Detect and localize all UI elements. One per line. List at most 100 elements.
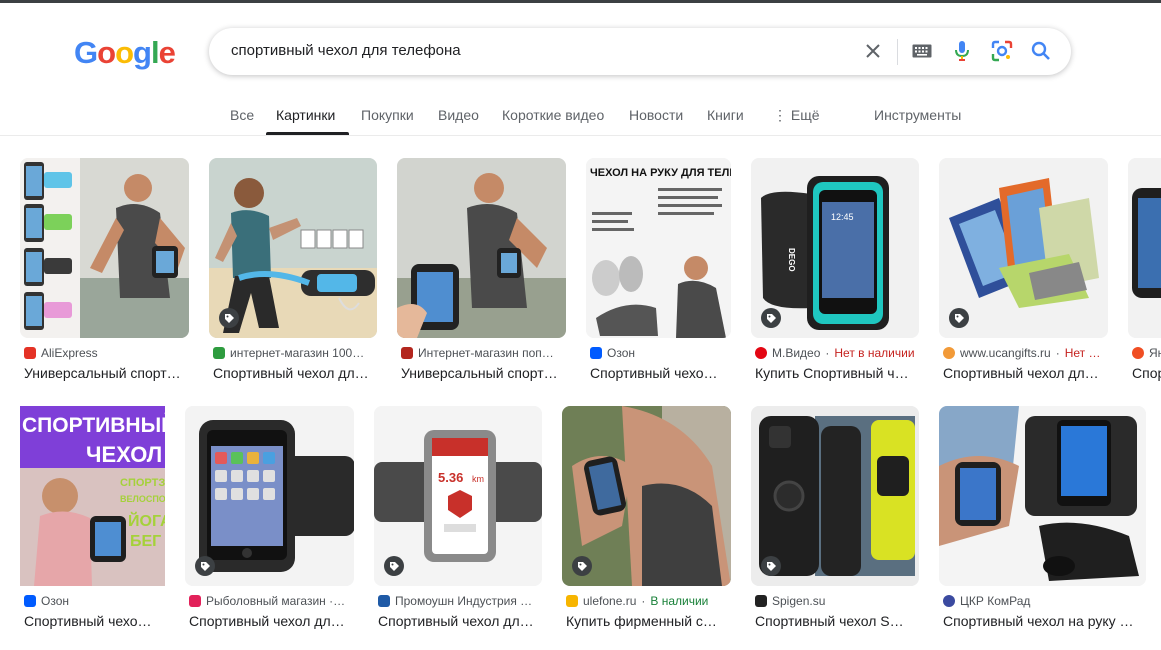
source-name: М.Видео xyxy=(772,346,821,360)
result-source[interactable]: AliExpress xyxy=(24,346,189,360)
result-source[interactable]: Озон xyxy=(24,594,165,608)
site-favicon xyxy=(401,347,413,359)
infographic-heading: ЧЕХОЛ НА РУКУ ДЛЯ ТЕЛЕФОНА xyxy=(590,167,731,179)
result-source[interactable]: интернет-магазин 100… xyxy=(213,346,377,360)
brand-label: DEGO xyxy=(787,248,796,272)
site-favicon xyxy=(378,595,390,607)
stock-status: В наличии xyxy=(650,594,709,608)
result-image[interactable] xyxy=(751,406,919,586)
source-name: Ян… xyxy=(1149,346,1161,360)
tab-short-videos[interactable]: Короткие видео xyxy=(502,107,604,123)
result-title[interactable]: Купить Спортивный ч… xyxy=(755,365,919,381)
result-source[interactable]: ulefone.ru · В наличии xyxy=(566,594,731,608)
result-image[interactable] xyxy=(1128,158,1161,338)
google-logo[interactable]: Google xyxy=(74,35,176,70)
result-source[interactable]: Озон xyxy=(590,346,731,360)
logo-letter: o xyxy=(97,35,116,70)
result-title[interactable]: Спор… xyxy=(1132,365,1161,381)
site-favicon xyxy=(189,595,201,607)
stock-status: Нет … xyxy=(1064,346,1101,360)
result-title[interactable]: Спортивный чехол дл… xyxy=(378,613,542,629)
microphone-icon[interactable] xyxy=(950,39,974,63)
camera-lens-icon[interactable] xyxy=(990,39,1014,63)
result-image[interactable] xyxy=(939,158,1108,338)
site-favicon xyxy=(24,595,36,607)
tag-icon xyxy=(195,556,215,576)
tab-videos[interactable]: Видео xyxy=(438,107,479,123)
promo-tag-3: ЙОГА xyxy=(128,511,165,530)
tab-books[interactable]: Книги xyxy=(707,107,744,123)
result-title[interactable]: Спортивный чехо… xyxy=(24,613,165,629)
result-title[interactable]: Универсальный спорт… xyxy=(401,365,566,381)
run-distance: 5.36 xyxy=(438,470,463,485)
search-icon[interactable] xyxy=(1029,39,1053,63)
tab-shopping[interactable]: Покупки xyxy=(361,107,414,123)
result-image[interactable] xyxy=(562,406,731,586)
site-favicon xyxy=(590,347,602,359)
result-image[interactable]: 5.36 km xyxy=(374,406,542,586)
result-source[interactable]: www.ucangifts.ru · Нет … xyxy=(943,346,1108,360)
result-image[interactable]: ЧЕХОЛ НА РУКУ ДЛЯ ТЕЛЕФОНА xyxy=(586,158,731,338)
promo-heading: СПОРТИВНЫЙ xyxy=(22,413,165,437)
result-image[interactable]: 12:45 DEGO xyxy=(751,158,919,338)
search-box[interactable]: спортивный чехол для телефона xyxy=(209,28,1071,75)
tools-button[interactable]: Инструменты xyxy=(874,107,961,123)
result-title[interactable]: Универсальный спорт… xyxy=(24,365,189,381)
site-favicon xyxy=(755,347,767,359)
site-favicon xyxy=(755,595,767,607)
close-icon[interactable] xyxy=(861,39,885,63)
result-image[interactable]: СПОРТИВНЫЙ ЧЕХОЛ СПОРТЗАЛ ВЕЛОСПОРТ ЙОГА… xyxy=(20,406,165,586)
source-name: Промоушн Индустрия … xyxy=(395,594,533,608)
site-favicon xyxy=(24,347,36,359)
source-name: www.ucangifts.ru xyxy=(960,346,1051,360)
result-title[interactable]: Спортивный чехо… xyxy=(590,365,731,381)
source-name: AliExpress xyxy=(41,346,98,360)
result-image[interactable] xyxy=(397,158,566,338)
result-title[interactable]: Спортивный чехол дл… xyxy=(943,365,1108,381)
source-name: Spigen.su xyxy=(772,594,826,608)
search-tabs: Все Картинки Покупки Видео Короткие виде… xyxy=(0,100,1161,136)
result-source[interactable]: М.Видео · Нет в наличии xyxy=(755,346,919,360)
result-title[interactable]: Спортивный чехол S… xyxy=(755,613,919,629)
logo-letter: o xyxy=(115,35,134,70)
result-image[interactable] xyxy=(939,406,1146,586)
source-name: интернет-магазин 100… xyxy=(230,346,365,360)
result-source[interactable]: Интернет-магазин поп… xyxy=(401,346,566,360)
result-title[interactable]: Спортивный чехол дл… xyxy=(189,613,354,629)
result-title[interactable]: Спортивный чехол дл… xyxy=(213,365,377,381)
search-input[interactable]: спортивный чехол для телефона xyxy=(231,42,461,59)
source-name: ulefone.ru xyxy=(583,594,637,608)
active-tab-indicator xyxy=(266,132,349,135)
tab-more[interactable]: ⋮ Ещё xyxy=(773,107,820,124)
result-image[interactable] xyxy=(185,406,354,586)
promo-tag-4: БЕГ xyxy=(130,533,161,550)
site-favicon xyxy=(943,595,955,607)
tag-icon xyxy=(761,556,781,576)
result-image[interactable] xyxy=(209,158,377,338)
logo-letter: e xyxy=(158,35,176,70)
tag-icon xyxy=(572,556,592,576)
result-source[interactable]: ЦКР КомРад xyxy=(943,594,1146,608)
result-title[interactable]: Купить фирменный с… xyxy=(566,613,731,629)
result-image[interactable] xyxy=(20,158,189,338)
logo-letter: g xyxy=(133,35,152,70)
site-favicon xyxy=(943,347,955,359)
tab-images[interactable]: Картинки xyxy=(276,107,335,123)
result-source[interactable]: Промоушн Индустрия … xyxy=(378,594,542,608)
tag-icon xyxy=(949,308,969,328)
promo-tag-2: ВЕЛОСПОРТ xyxy=(120,494,165,504)
keyboard-icon[interactable] xyxy=(910,39,934,63)
result-source[interactable]: Ян… xyxy=(1132,346,1161,360)
tab-news[interactable]: Новости xyxy=(629,107,683,123)
logo-letter: G xyxy=(74,35,98,70)
source-name: Интернет-магазин поп… xyxy=(418,346,554,360)
promo-subheading: ЧЕХОЛ xyxy=(86,442,162,467)
logo-letter: l xyxy=(150,35,160,70)
result-source[interactable]: Spigen.su xyxy=(755,594,919,608)
top-border xyxy=(0,0,1161,3)
site-favicon xyxy=(566,595,578,607)
result-title[interactable]: Спортивный чехол на руку … xyxy=(943,613,1146,629)
source-name: Озон xyxy=(607,346,636,360)
result-source[interactable]: Рыболовный магазин ·… xyxy=(189,594,354,608)
tab-all[interactable]: Все xyxy=(230,107,254,123)
